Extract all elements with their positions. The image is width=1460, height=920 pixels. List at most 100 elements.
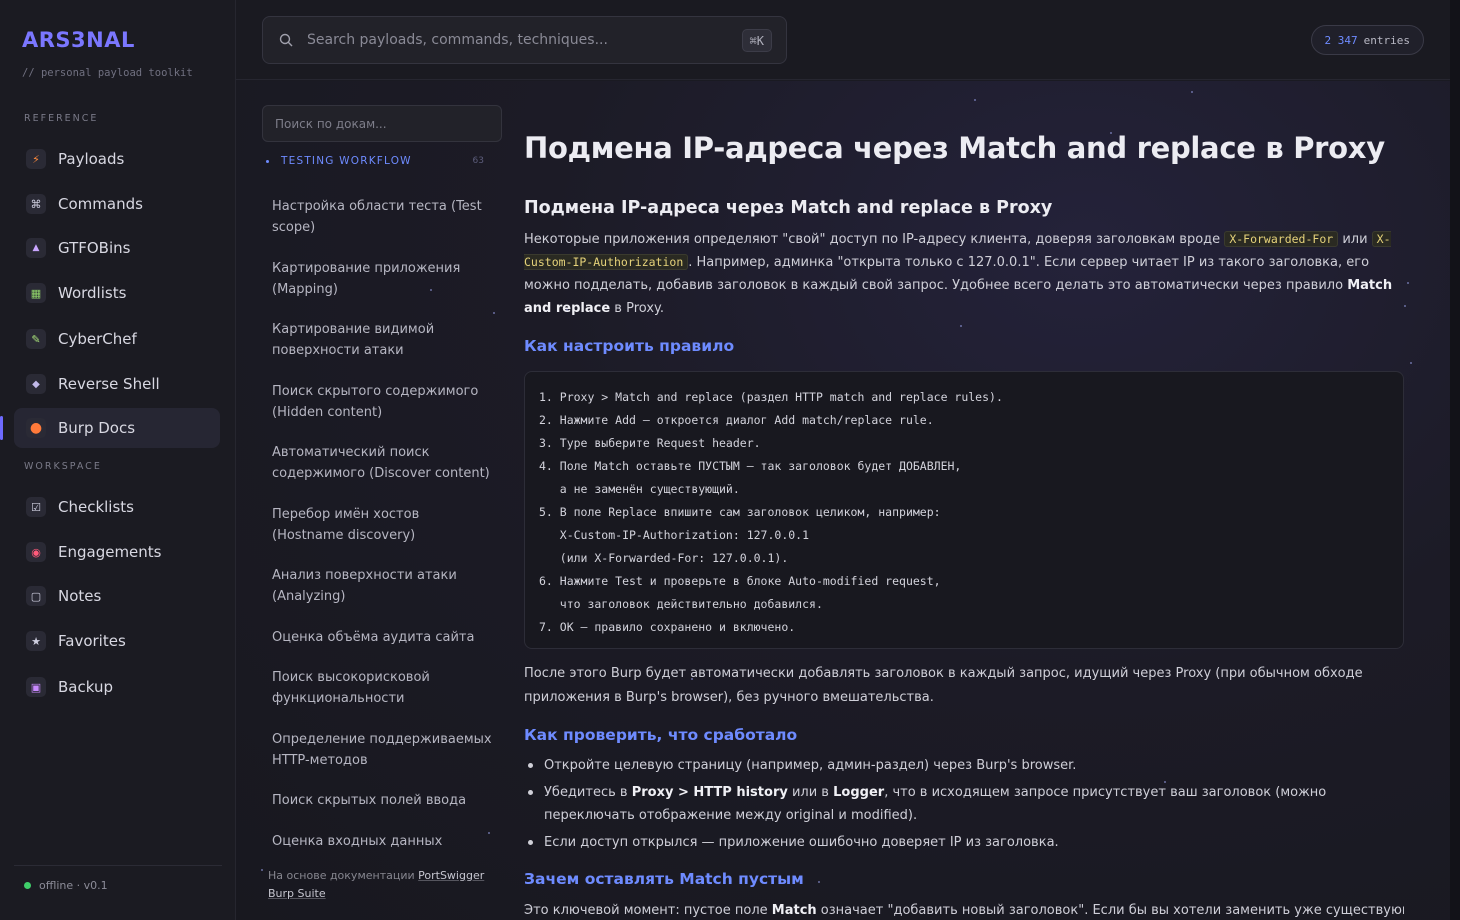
docs-search-input[interactable] xyxy=(262,105,502,142)
intro-text-3: в Proxy. xyxy=(614,301,664,316)
window-scrollbar[interactable] xyxy=(1450,0,1460,920)
checkbox-icon: ☑ xyxy=(26,497,46,517)
docs-group-testing-workflow[interactable]: TESTING WORKFLOW 63 xyxy=(266,155,484,167)
code-line: 1. Proxy > Match and replace (раздел HTT… xyxy=(539,390,1003,404)
intro-or: или xyxy=(1342,232,1368,247)
sidebar-item-notes[interactable]: ▢ Notes xyxy=(14,576,220,616)
heading-verify: Как проверить, что сработало xyxy=(524,726,798,744)
code-line: что заголовок действительно добавился. xyxy=(539,597,823,611)
sidebar-item-backup[interactable]: ▣ Backup xyxy=(14,667,220,707)
sidebar-item-burp-docs[interactable]: ● Burp Docs xyxy=(0,408,220,448)
why-paragraph: Это ключевой момент: пустое поле Match о… xyxy=(524,899,1404,920)
sidebar-item-label: CyberChef xyxy=(58,330,137,348)
sidebar-item-commands[interactable]: ⌘ Commands xyxy=(14,184,220,224)
docs-nav-item[interactable]: Поиск скрытого содержимого (Hidden conte… xyxy=(272,381,492,423)
star-icon: ★ xyxy=(26,631,46,651)
docs-nav-item[interactable]: Настройка области теста (Test scope) xyxy=(272,196,492,238)
docs-nav-item[interactable]: Оценка входных данных (Evaluating inputs… xyxy=(272,831,492,853)
list-item-bold: Logger xyxy=(833,785,885,800)
code-line: 6. Нажмите Test и проверьте в блоке Auto… xyxy=(539,574,941,588)
list-item: Убедитесь в Proxy > HTTP history или в L… xyxy=(524,781,1384,827)
list-item: Откройте целевую страницу (например, адм… xyxy=(524,754,1384,777)
docs-nav-item[interactable]: Картирование видимой поверхности атаки xyxy=(272,319,492,361)
sidebar-item-label: Reverse Shell xyxy=(58,375,160,393)
docs-group-count: 63 xyxy=(472,156,484,166)
docs-nav-list: Настройка области теста (Test scope) Кар… xyxy=(272,196,492,852)
list-item-text: или в xyxy=(791,785,829,800)
search-icon xyxy=(279,33,293,47)
bin-icon: ▲ xyxy=(26,238,46,258)
bolt-icon: ⚡ xyxy=(26,149,46,169)
docs-group-label: TESTING WORKFLOW xyxy=(281,155,412,167)
group-dot-icon xyxy=(266,159,269,163)
code-block[interactable]: 1. Proxy > Match and replace (раздел HTT… xyxy=(524,371,1404,649)
credit-prefix: На основе документации xyxy=(268,869,415,882)
search-shortcut-badge: ⌘K xyxy=(741,29,772,52)
entries-count: 2 347 xyxy=(1324,33,1358,47)
code-line: (или X-Forwarded-For: 127.0.0.1). xyxy=(539,551,789,565)
heading-why-empty: Зачем оставлять Match пустым xyxy=(524,870,804,888)
intro-paragraph: Некоторые приложения определяют "свой" д… xyxy=(524,228,1394,320)
connection-status: offline · v0.1 xyxy=(24,879,108,892)
sidebar: ARS3NAL // personal payload toolkit REFE… xyxy=(0,0,236,920)
sidebar-item-favorites[interactable]: ★ Favorites xyxy=(14,621,220,661)
sidebar-item-payloads[interactable]: ⚡ Payloads xyxy=(14,139,220,179)
burp-icon: ● xyxy=(26,418,46,438)
docs-nav-item[interactable]: Оценка объёма аудита сайта xyxy=(272,627,492,648)
main-content: TESTING WORKFLOW 63 Настройка области те… xyxy=(236,81,1450,920)
docs-credit: На основе документации PortSwigger Burp … xyxy=(268,867,504,903)
entries-counter: 2 347 entries xyxy=(1310,25,1424,55)
sidebar-item-label: Payloads xyxy=(58,150,125,168)
sidebar-item-wordlists[interactable]: ▦ Wordlists xyxy=(14,273,220,313)
code-line: 7. OK — правило сохранено и включено. xyxy=(539,620,796,634)
sidebar-item-gtfobins[interactable]: ▲ GTFOBins xyxy=(14,228,220,268)
sidebar-item-reverse-shell[interactable]: ◆ Reverse Shell xyxy=(14,364,220,404)
sidebar-item-label: Checklists xyxy=(58,498,134,516)
books-icon: ▦ xyxy=(26,283,46,303)
brand-tagline: // personal payload toolkit xyxy=(22,67,193,79)
section-label-reference: REFERENCE xyxy=(24,113,99,124)
why-bold: Match xyxy=(771,903,817,918)
docs-nav-item[interactable]: Перебор имён хостов (Hostname discovery) xyxy=(272,504,492,546)
section-label-workspace: WORKSPACE xyxy=(24,461,102,472)
intro-text-1: Некоторые приложения определяют "свой" д… xyxy=(524,232,1221,247)
docs-nav-item[interactable]: Поиск высокорисковой функциональности xyxy=(272,667,492,709)
sidebar-item-label: Burp Docs xyxy=(58,419,136,437)
topbar: ⌘K 2 347 entries xyxy=(236,0,1450,80)
inline-code-forwarded-for: X-Forwarded-For xyxy=(1224,231,1339,247)
code-line: а не заменён существующий. xyxy=(539,482,740,496)
note-icon: ▢ xyxy=(26,586,46,606)
docs-nav-item[interactable]: Определение поддерживаемых HTTP-методов xyxy=(272,729,492,771)
entries-label: entries xyxy=(1363,33,1410,47)
sidebar-item-engagements[interactable]: ◉ Engagements xyxy=(14,532,220,572)
target-icon: ◉ xyxy=(26,542,46,562)
sidebar-item-label: Engagements xyxy=(58,543,162,561)
docs-nav-item[interactable]: Картирование приложения (Mapping) xyxy=(272,258,492,300)
code-line: 5. В поле Replace впишите сам заголовок … xyxy=(539,505,941,519)
docs-nav-item[interactable]: Автоматический поиск содержимого (Discov… xyxy=(272,442,492,484)
search-input[interactable] xyxy=(307,32,727,48)
global-search[interactable]: ⌘K xyxy=(262,16,787,64)
docs-nav-item[interactable]: Поиск скрытых полей ввода xyxy=(272,790,492,811)
sidebar-item-label: Wordlists xyxy=(58,284,127,302)
brand-logo[interactable]: ARS3NAL xyxy=(22,28,135,52)
sidebar-item-label: Backup xyxy=(58,678,113,696)
floppy-icon: ▣ xyxy=(26,677,46,697)
code-line: X-Custom-IP-Authorization: 127.0.0.1 xyxy=(539,528,810,542)
sidebar-divider xyxy=(14,865,222,866)
list-item-text: Если доступ открылся — приложение ошибоч… xyxy=(544,835,1059,850)
docs-nav-item[interactable]: Анализ поверхности атаки (Analyzing) xyxy=(272,565,492,607)
list-item-text: Убедитесь в xyxy=(544,785,628,800)
sidebar-item-cyberchef[interactable]: ✎ CyberChef xyxy=(14,319,220,359)
verify-list: Откройте целевую страницу (например, адм… xyxy=(524,754,1384,858)
sidebar-item-checklists[interactable]: ☑ Checklists xyxy=(14,487,220,527)
code-line: 3. Type выберите Request header. xyxy=(539,436,761,450)
status-dot-icon xyxy=(24,882,31,889)
page-title: Подмена IP-адреса через Match and replac… xyxy=(524,131,1385,165)
command-icon: ⌘ xyxy=(26,194,46,214)
list-item: Если доступ открылся — приложение ошибоч… xyxy=(524,831,1384,854)
why-text-2: означает "добавить новый заголовок". Есл… xyxy=(820,903,1404,918)
code-line: 2. Нажмите Add — откроется диалог Add ma… xyxy=(539,413,934,427)
section-heading: Подмена IP-адреса через Match and replac… xyxy=(524,198,1053,218)
heading-setup-rule: Как настроить правило xyxy=(524,337,735,355)
